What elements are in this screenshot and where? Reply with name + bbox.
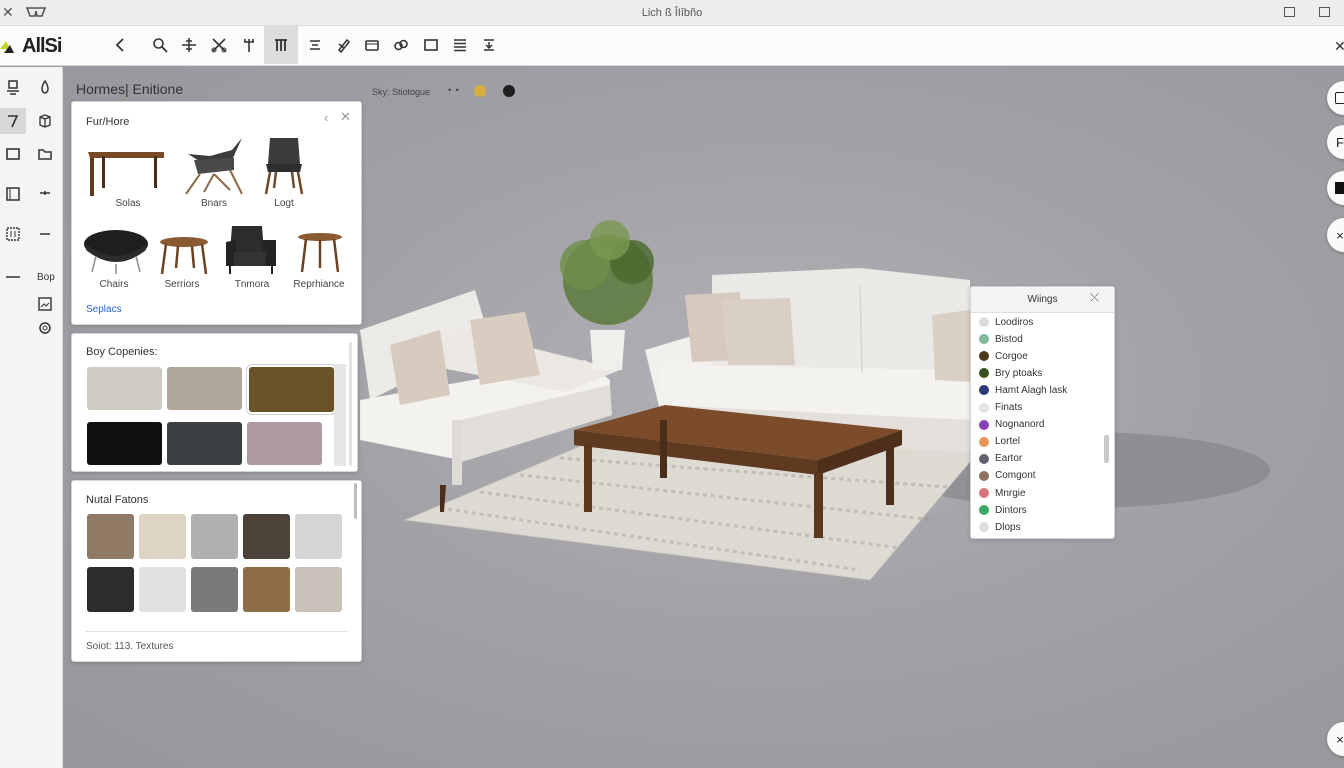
natural-scrollbar[interactable] xyxy=(354,483,357,519)
furniture-label: Solas xyxy=(115,198,141,209)
material-label: Bry ptoaks xyxy=(995,367,1043,379)
material-label: Dintors xyxy=(995,504,1027,516)
fabric-swatch[interactable] xyxy=(247,422,322,465)
material-item[interactable]: Hamt Alagh lask xyxy=(979,383,1067,397)
texture-swatch[interactable] xyxy=(87,567,134,612)
square-icon xyxy=(1335,92,1344,104)
material-color-dot xyxy=(979,368,989,379)
material-item[interactable]: Lortel xyxy=(979,435,1020,449)
furniture-panel-title: Fur/Hore xyxy=(86,116,130,128)
material-label: Hamt Alagh lask xyxy=(995,384,1068,396)
materials-panel-header: Wiings ⤬ xyxy=(971,287,1114,313)
material-label: Dlops xyxy=(995,521,1021,533)
material-label: Corgoe xyxy=(995,350,1028,362)
material-item[interactable]: Dlops xyxy=(979,520,1021,534)
furniture-panel: Fur/Hore ‹ ✕ Solas Bnars Logt Chairs Ser… xyxy=(71,101,362,325)
materials-scrollbar[interactable] xyxy=(1104,435,1109,463)
natural-panel: Nutal Fatons Soiot: 113. Textures xyxy=(71,480,362,662)
natural-panel-title: Nutal Fatons xyxy=(86,494,149,506)
texture-swatch[interactable] xyxy=(243,567,290,612)
close-icon: × xyxy=(1336,731,1344,747)
material-item[interactable]: Nognanord xyxy=(979,418,1044,432)
texture-swatch[interactable] xyxy=(243,514,290,559)
material-item[interactable]: Eartor xyxy=(979,452,1022,466)
material-color-dot xyxy=(979,385,989,396)
furniture-label: Reprhiance xyxy=(293,279,345,290)
close-icon[interactable]: ✕ xyxy=(340,109,351,125)
material-color-dot xyxy=(979,317,989,327)
material-label: Bistod xyxy=(995,333,1023,345)
fabric-swatch[interactable] xyxy=(87,422,162,465)
material-label: Lortel xyxy=(995,436,1021,448)
material-item[interactable]: Corgoe xyxy=(979,349,1028,363)
collapse-icon[interactable]: ⤬ xyxy=(1090,292,1099,305)
fabric-swatch[interactable] xyxy=(87,367,162,410)
texture-swatch[interactable] xyxy=(191,567,238,612)
material-label: Finats xyxy=(995,402,1023,413)
fabric-swatch-selected[interactable] xyxy=(246,364,337,415)
material-color-dot xyxy=(979,402,989,413)
texture-swatch[interactable] xyxy=(295,567,342,612)
material-label: Nognanord xyxy=(995,419,1045,431)
material-color-dot xyxy=(979,419,989,430)
close-icon: × xyxy=(1336,227,1344,243)
light-color-swatch[interactable] xyxy=(474,85,486,97)
texture-swatch[interactable] xyxy=(139,514,186,559)
material-item[interactable]: Comgont xyxy=(979,469,1036,483)
plant xyxy=(560,220,654,370)
material-item[interactable]: Bry ptoaks xyxy=(979,366,1042,380)
dark-color-swatch[interactable] xyxy=(503,85,515,97)
material-item[interactable]: Dintors xyxy=(979,503,1027,517)
material-color-dot xyxy=(979,522,989,533)
more-link[interactable]: Seplacs xyxy=(86,304,122,315)
texture-swatch[interactable] xyxy=(139,567,186,612)
material-color-dot xyxy=(979,488,989,498)
fabric-swatch[interactable] xyxy=(167,367,242,410)
fabric-scroll-track xyxy=(334,364,346,466)
material-label: Loodiros xyxy=(995,316,1034,328)
fill-icon xyxy=(1335,182,1344,194)
furniture-label: Bnars xyxy=(200,198,228,209)
texture-swatch[interactable] xyxy=(87,514,134,559)
material-label: Comgont xyxy=(995,470,1036,482)
texture-count: Soiot: 113. Textures xyxy=(86,641,174,652)
material-color-dot xyxy=(979,351,989,362)
material-item[interactable]: Bistod xyxy=(979,332,1023,346)
material-item[interactable]: Mnrgie xyxy=(979,486,1026,500)
round-table-thumbnail[interactable] xyxy=(296,232,376,312)
scene-dots: • • xyxy=(448,85,460,95)
material-color-dot xyxy=(979,334,989,345)
scene-label: Sky: Stiotogue xyxy=(372,87,431,97)
f-label: F xyxy=(1336,134,1344,150)
fabric-swatch[interactable] xyxy=(167,422,242,465)
fabric-panel-title: Boy Copenies: xyxy=(86,346,158,358)
material-color-dot xyxy=(979,436,989,447)
furniture-label: Serriors xyxy=(164,279,200,290)
armchair-thumbnail[interactable] xyxy=(224,222,304,302)
material-color-dot xyxy=(979,453,989,464)
fabric-scrollbar[interactable] xyxy=(349,342,352,466)
material-label: Eartor xyxy=(995,453,1023,465)
material-color-dot xyxy=(979,470,989,481)
egg-chair-thumbnail[interactable] xyxy=(80,224,160,304)
material-label: Mnrgie xyxy=(995,487,1026,499)
texture-swatch[interactable] xyxy=(295,514,342,559)
viewport-title: Hormes| Enitione xyxy=(76,81,184,97)
texture-swatch[interactable] xyxy=(191,514,238,559)
furniture-label: Logt xyxy=(274,198,294,209)
material-item[interactable]: Loodiros xyxy=(979,315,1033,329)
divider xyxy=(86,631,349,632)
chevron-left-icon[interactable]: ‹ xyxy=(324,110,328,125)
fabric-panel: Boy Copenies: xyxy=(71,333,358,472)
material-color-dot xyxy=(979,505,989,516)
material-item[interactable]: Finats xyxy=(979,401,1022,415)
